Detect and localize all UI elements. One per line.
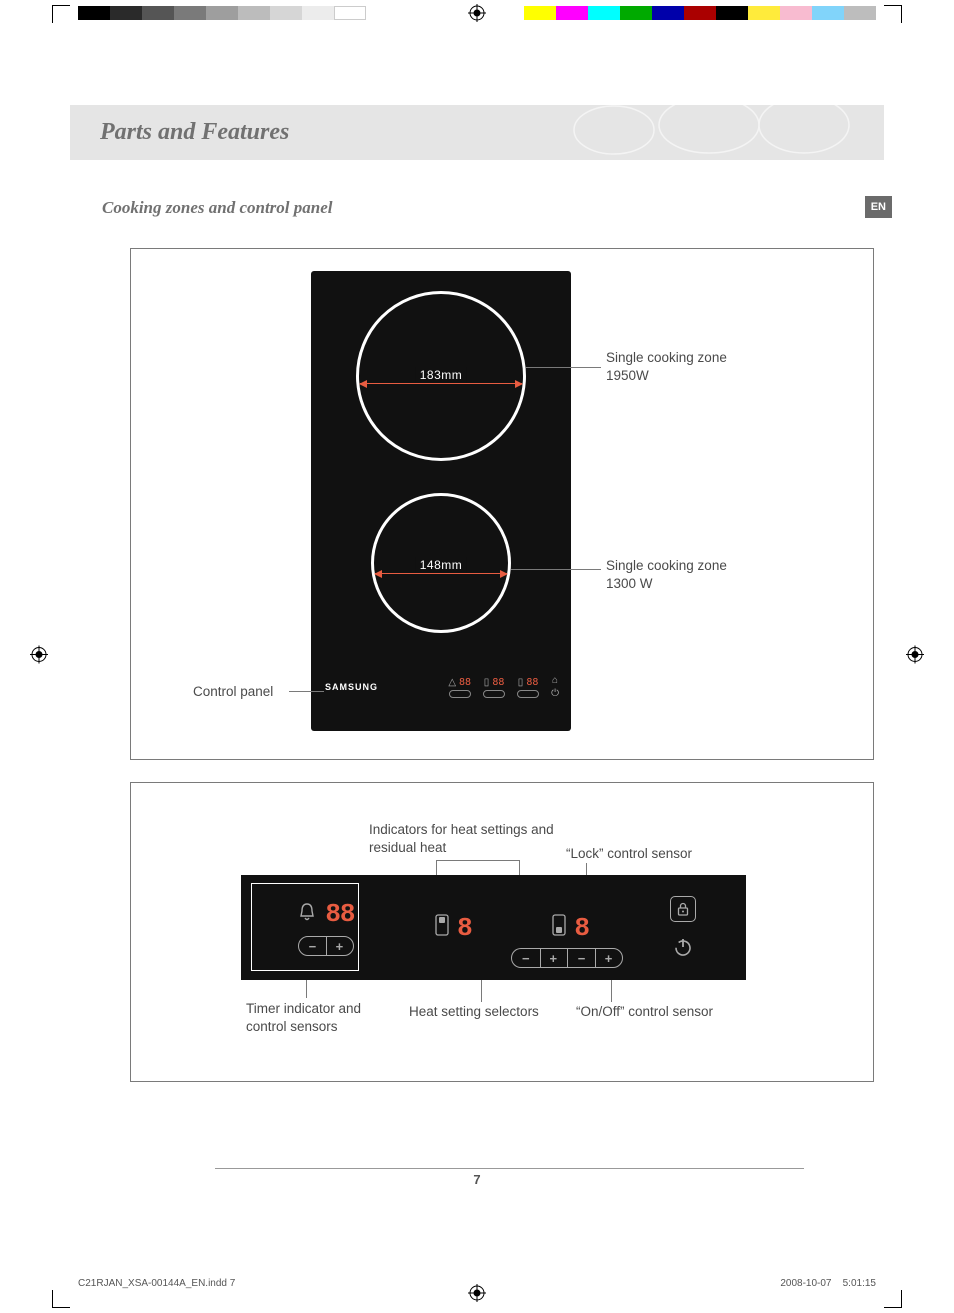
minus-icon: − [299, 939, 326, 954]
footer-rule [215, 1168, 804, 1169]
figure-cooking-zones: 183mm 148mm SAMSUNG △88 ▯88 ▯88 ⌂ [130, 248, 874, 760]
subsection-title: Cooking zones and control panel [102, 198, 884, 218]
heat-group-2: 8 [552, 913, 589, 943]
crop-mark-icon [884, 1290, 902, 1308]
page-content: Parts and Features Cooking zones and con… [70, 50, 884, 1263]
leader-line [306, 980, 307, 998]
dimension-arrow [360, 383, 522, 384]
callout-onoff: “On/Off” control sensor [576, 1003, 713, 1021]
plus-icon: + [540, 951, 568, 966]
mini-selector [483, 690, 505, 698]
callout-zone2-line1: Single cooking zone [606, 558, 727, 573]
callout-heat-selectors: Heat setting selectors [409, 1003, 539, 1021]
footer-date: 2008-10-07 [780, 1278, 831, 1289]
footer-time: 5:01:15 [843, 1278, 876, 1289]
section-header: Parts and Features [70, 105, 884, 160]
print-marks-top [0, 0, 954, 28]
leader-line [511, 569, 601, 570]
zone-indicator-icon [435, 914, 449, 941]
callout-zone1-line2: 1950W [606, 368, 649, 383]
minus-icon: − [568, 951, 595, 966]
decorative-outline-icon [554, 105, 854, 155]
zone-icon: ▯ [518, 677, 524, 688]
power-icon: ⏻ [551, 688, 559, 699]
brand-label: SAMSUNG [325, 682, 378, 692]
crop-mark-icon [52, 5, 70, 23]
grayscale-bar [78, 6, 366, 20]
timer-minus-plus-selector[interactable]: −+ [298, 936, 354, 956]
plus-icon: + [326, 939, 353, 954]
mini-heat-digits: 88 [526, 677, 538, 688]
timer-group: 88 −+ [297, 899, 354, 956]
zone-indicator-icon [552, 914, 566, 941]
power-icon [672, 936, 694, 958]
mini-control-panel: SAMSUNG △88 ▯88 ▯88 ⌂ ⏻ [323, 665, 559, 709]
leader-line [289, 691, 324, 692]
power-button[interactable] [670, 934, 696, 960]
footer-file: C21RJAN_XSA-00144A_EN.indd 7 [78, 1278, 235, 1289]
heat-display-2: 8 [574, 913, 589, 943]
callout-control-panel: Control panel [193, 683, 273, 701]
mini-heat-digits: 88 [492, 677, 504, 688]
control-panel-detail: 88 −+ 8 8 [241, 875, 746, 980]
color-bar [524, 6, 876, 20]
minus-icon: − [512, 951, 540, 966]
lock-icon: ⌂ [552, 675, 558, 686]
leader-line [611, 980, 612, 1002]
leader-line [436, 860, 519, 861]
dimension-arrow [375, 573, 507, 574]
heat-display-1: 8 [457, 913, 472, 943]
lock-icon [676, 902, 690, 916]
heat-selectors-group: −+ −+ [511, 948, 623, 968]
registration-mark-icon [468, 4, 486, 27]
timer-display: 88 [325, 899, 354, 929]
print-footer: C21RJAN_XSA-00144A_EN.indd 7 2008-10-07 … [78, 1278, 876, 1289]
registration-mark-icon [906, 645, 924, 668]
heat-group-1: 8 [435, 913, 472, 943]
mini-timer-digits: 88 [459, 677, 471, 688]
mini-timer-group: △88 [448, 677, 471, 698]
mini-selector [517, 690, 539, 698]
heat-selector-right[interactable]: −+ [567, 948, 623, 968]
dimension-label-zone2: 148mm [416, 557, 467, 573]
lock-button[interactable] [670, 896, 696, 922]
plus-icon: + [595, 951, 622, 966]
mini-selector [449, 690, 471, 698]
lock-power-group [670, 896, 696, 960]
dimension-label-zone1: 183mm [416, 367, 467, 383]
callout-indicators: Indicators for heat settings and residua… [369, 821, 569, 857]
crop-mark-icon [52, 1290, 70, 1308]
registration-mark-icon [30, 645, 48, 668]
crop-mark-icon [884, 5, 902, 23]
leader-line [526, 367, 601, 368]
bell-icon [297, 902, 317, 927]
mini-heat-group: ▯88 [517, 677, 539, 698]
mini-lock-power-group: ⌂ ⏻ [551, 675, 559, 699]
page-number: 7 [473, 1172, 480, 1187]
zone-icon: ▯ [484, 677, 490, 688]
mini-heat-group: ▯88 [483, 677, 505, 698]
figure-control-panel-detail: Indicators for heat settings and residua… [130, 782, 874, 1082]
callout-zone2-line2: 1300 W [606, 576, 653, 591]
callout-lock: “Lock” control sensor [566, 845, 692, 863]
bell-icon: △ [448, 677, 456, 688]
callout-timer: Timer indicator and control sensors [246, 1000, 401, 1036]
heat-selector-left[interactable]: −+ [511, 948, 567, 968]
cooktop-illustration: 183mm 148mm SAMSUNG △88 ▯88 ▯88 ⌂ [311, 271, 571, 731]
callout-zone2: Single cooking zone 1300 W [606, 557, 776, 593]
leader-line [481, 980, 482, 1002]
language-badge: EN [865, 196, 892, 218]
callout-zone1: Single cooking zone 1950W [606, 349, 776, 385]
callout-zone1-line1: Single cooking zone [606, 350, 727, 365]
